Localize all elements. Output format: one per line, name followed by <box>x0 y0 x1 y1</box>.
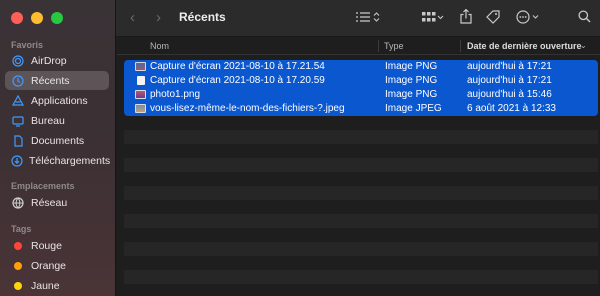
jpeg-file-icon <box>135 104 146 113</box>
orange-tag-dot-icon <box>14 261 22 270</box>
red-tag-dot-icon <box>14 241 22 250</box>
sidebar-item-airdrop[interactable]: AirDrop <box>5 51 109 70</box>
column-divider[interactable] <box>378 40 379 52</box>
yellow-tag-dot-icon <box>14 281 22 290</box>
more-actions-icon <box>516 9 542 27</box>
file-name: vous-lisez-même-le-nom-des-fichiers-?.jp… <box>150 103 345 114</box>
column-header: Nom Type Date de dernière ouverture ⌄ <box>117 37 600 55</box>
file-date: aujourd'hui à 17:21 <box>467 61 552 72</box>
back-chevron-icon[interactable]: ‹ <box>130 9 135 26</box>
sidebar-item-label: Bureau <box>31 114 65 127</box>
sidebar-item-label: Applications <box>31 94 88 107</box>
image-file-icon <box>135 90 146 99</box>
list-view-icon <box>356 11 380 26</box>
window-title: Récents <box>179 10 226 24</box>
minimize-window-button[interactable] <box>31 12 43 24</box>
column-name-header[interactable]: Nom <box>150 41 169 51</box>
file-row[interactable]: Capture d'écran 2021-08-10 à 17.20.59 Im… <box>124 74 598 88</box>
zoom-window-button[interactable] <box>51 12 63 24</box>
sidebar-tag-orange[interactable]: Orange <box>5 256 109 275</box>
empty-row-stripe <box>124 270 598 284</box>
file-date: 6 août 2021 à 12:33 <box>467 103 556 114</box>
sidebar-item-desktop[interactable]: Bureau <box>5 111 109 130</box>
sidebar-item-label: Réseau <box>31 196 68 209</box>
file-type: Image JPEG <box>385 103 442 114</box>
empty-row-stripe <box>124 186 598 200</box>
sidebar-item-label: Téléchargements <box>29 154 111 167</box>
sidebar-item-recents[interactable]: Récents <box>5 71 109 90</box>
column-divider[interactable] <box>460 40 461 52</box>
share-button[interactable] <box>460 8 472 27</box>
file-type: Image PNG <box>385 61 438 72</box>
empty-row-stripe <box>124 214 598 228</box>
favorites-section-title: Favoris <box>11 40 44 50</box>
locations-section-title: Emplacements <box>11 181 75 191</box>
screenshot-file-icon <box>135 62 146 71</box>
sidebar-item-label: AirDrop <box>31 54 67 67</box>
sidebar-item-label: Rouge <box>31 239 62 252</box>
search-button[interactable] <box>578 9 591 27</box>
tags-section-title: Tags <box>11 224 32 234</box>
file-type: Image PNG <box>385 75 438 86</box>
column-type-header[interactable]: Type <box>384 41 404 51</box>
sidebar-item-applications[interactable]: Applications <box>5 91 109 110</box>
search-icon <box>578 10 591 26</box>
sort-descending-chevron-icon[interactable]: ⌄ <box>580 41 587 50</box>
empty-row-stripe <box>124 130 598 144</box>
airdrop-icon <box>11 54 25 68</box>
sidebar-item-label: Jaune <box>31 279 60 292</box>
sidebar-item-label: Récents <box>31 74 70 87</box>
column-date-header[interactable]: Date de dernière ouverture <box>467 41 582 51</box>
sidebar-item-documents[interactable]: Documents <box>5 131 109 150</box>
sidebar-tag-yellow[interactable]: Jaune <box>5 276 109 295</box>
empty-row-stripe <box>124 242 598 256</box>
network-icon <box>11 196 25 210</box>
file-name: Capture d'écran 2021-08-10 à 17.20.59 <box>150 75 325 86</box>
desktop-icon <box>11 114 25 128</box>
grid-icon <box>422 11 444 26</box>
file-name: photo1.png <box>150 89 201 100</box>
share-icon <box>460 8 472 27</box>
tag-icon <box>486 9 500 27</box>
download-icon <box>11 154 23 168</box>
empty-row-stripe <box>124 158 598 172</box>
sidebar-item-network[interactable]: Réseau <box>5 193 109 212</box>
close-window-button[interactable] <box>11 12 23 24</box>
sidebar: Favoris AirDrop Récents Applications Bur… <box>0 0 116 296</box>
sidebar-item-downloads[interactable]: Téléchargements <box>5 151 111 170</box>
file-type: Image PNG <box>385 89 438 100</box>
file-name: Capture d'écran 2021-08-10 à 17.21.54 <box>150 61 325 72</box>
file-date: aujourd'hui à 17:21 <box>467 75 552 86</box>
file-list: Nom Type Date de dernière ouverture ⌄ Ca… <box>117 37 600 296</box>
clock-icon <box>11 74 25 88</box>
file-row[interactable]: Capture d'écran 2021-08-10 à 17.21.54 Im… <box>124 60 598 74</box>
list-view-button[interactable] <box>356 9 380 27</box>
window-controls <box>11 12 63 24</box>
sidebar-item-label: Documents <box>31 134 85 147</box>
blank-file-icon <box>137 76 145 85</box>
sidebar-item-label: Orange <box>31 259 67 272</box>
tag-button[interactable] <box>486 9 500 27</box>
file-row[interactable]: vous-lisez-même-le-nom-des-fichiers-?.jp… <box>124 102 598 116</box>
finder-window: Favoris AirDrop Récents Applications Bur… <box>0 0 600 296</box>
actions-menu-button[interactable] <box>516 9 542 27</box>
file-row[interactable]: photo1.png Image PNG aujourd'hui à 15:46 <box>124 88 598 102</box>
toolbar: ‹ › Récents <box>116 0 600 37</box>
file-date: aujourd'hui à 15:46 <box>467 89 552 100</box>
forward-chevron-icon[interactable]: › <box>156 9 161 26</box>
document-icon <box>11 134 25 148</box>
sidebar-tag-red[interactable]: Rouge <box>5 236 109 255</box>
applications-icon <box>11 94 25 108</box>
group-button[interactable] <box>422 9 444 27</box>
